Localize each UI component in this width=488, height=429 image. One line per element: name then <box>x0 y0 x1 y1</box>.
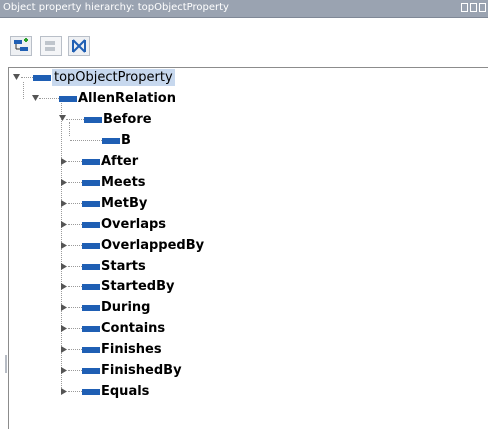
property-icon <box>82 200 100 207</box>
property-icon <box>82 242 100 249</box>
add-subproperty-icon <box>14 38 28 51</box>
collapse-toggle-icon[interactable] <box>61 304 68 311</box>
tree-node-Overlaps[interactable]: Overlaps <box>82 216 166 233</box>
collapse-toggle-icon[interactable] <box>61 367 68 374</box>
tree-node-Before[interactable]: Before <box>84 111 152 128</box>
tree-connector <box>68 266 82 268</box>
node-label: Finishes <box>101 342 162 357</box>
expand-toggle-icon[interactable] <box>59 115 66 122</box>
tree-node-FinishedBy[interactable]: FinishedBy <box>82 362 182 379</box>
tree-connector <box>39 98 59 100</box>
tree-connector <box>68 307 82 309</box>
maximize-icon[interactable] <box>479 3 486 12</box>
tree-connector <box>68 182 82 184</box>
window-controls <box>461 3 488 13</box>
node-label: Before <box>103 112 152 127</box>
node-label: Starts <box>101 259 146 274</box>
delete-property-icon <box>72 39 86 53</box>
collapse-toggle-icon[interactable] <box>61 263 68 270</box>
property-icon <box>82 283 100 290</box>
tree-connector <box>68 286 82 288</box>
tree-connector <box>68 161 82 163</box>
collapse-toggle-icon[interactable] <box>61 283 68 290</box>
object-property-hierarchy-panel: Object property hierarchy: topObjectProp… <box>0 0 488 429</box>
property-icon <box>33 74 51 81</box>
tree-node-topObjectProperty[interactable]: topObjectProperty <box>33 69 175 86</box>
panel-title-bar: Object property hierarchy: topObjectProp… <box>0 0 488 18</box>
property-icon <box>82 388 100 395</box>
node-label: FinishedBy <box>101 363 182 378</box>
tree-guide-line <box>23 82 25 99</box>
tree-connector <box>70 140 102 142</box>
tree-node-Equals[interactable]: Equals <box>82 383 149 400</box>
node-label: Equals <box>101 384 150 399</box>
tree-connector <box>68 245 82 247</box>
tree-node-Starts[interactable]: Starts <box>82 258 146 275</box>
expand-toggle-icon[interactable] <box>13 74 20 81</box>
tree-connector <box>68 224 82 226</box>
tree-guide-line <box>69 122 71 136</box>
tree-node-StartedBy[interactable]: StartedBy <box>82 278 174 295</box>
tree-node-MetBy[interactable]: MetBy <box>82 195 147 212</box>
tree-connector <box>68 370 82 372</box>
expand-toggle-icon[interactable] <box>32 95 39 102</box>
left-gutter <box>0 67 8 429</box>
delete-property-button[interactable] <box>68 36 90 56</box>
tree-connector <box>68 203 82 205</box>
add-subproperty-button[interactable] <box>10 36 32 56</box>
node-label: topObjectProperty <box>52 69 175 86</box>
tree-connector <box>68 391 82 393</box>
property-icon <box>102 137 120 144</box>
property-icon <box>82 367 100 374</box>
add-sibling-property-icon <box>45 41 55 51</box>
collapse-toggle-icon[interactable] <box>61 346 68 353</box>
minimize-icon[interactable] <box>470 3 477 12</box>
property-icon <box>82 158 100 165</box>
node-label: After <box>101 154 139 169</box>
property-icon <box>59 95 77 102</box>
tree-node-During[interactable]: During <box>82 299 150 316</box>
tree-node-Finishes[interactable]: Finishes <box>82 341 162 358</box>
collapse-toggle-icon[interactable] <box>61 221 68 228</box>
collapse-toggle-icon[interactable] <box>61 179 68 186</box>
tree-node-Meets[interactable]: Meets <box>82 174 146 191</box>
tree-node-Contains[interactable]: Contains <box>82 320 165 337</box>
node-label: B <box>121 133 131 148</box>
node-label: AllenRelation <box>78 91 176 106</box>
tree-connector <box>68 328 82 330</box>
node-label: Contains <box>101 321 166 336</box>
tree-connector <box>68 349 82 351</box>
node-label: Meets <box>101 175 146 190</box>
collapse-toggle-icon[interactable] <box>61 388 68 395</box>
tree-node-After[interactable]: After <box>82 153 138 170</box>
node-label: StartedBy <box>101 279 175 294</box>
property-icon <box>82 346 100 353</box>
property-icon <box>82 179 100 186</box>
restore-icon[interactable] <box>461 3 468 12</box>
node-label: OverlappedBy <box>101 238 205 253</box>
add-sibling-property-button[interactable] <box>40 36 62 56</box>
tree-node-AllenRelation[interactable]: AllenRelation <box>59 90 176 107</box>
collapse-toggle-icon[interactable] <box>61 200 68 207</box>
panel-title: Object property hierarchy: topObjectProp… <box>3 2 229 13</box>
splitter-handle[interactable] <box>5 355 7 373</box>
property-icon <box>82 263 100 270</box>
property-icon <box>82 304 100 311</box>
tree-connector <box>66 119 84 121</box>
property-icon <box>82 325 100 332</box>
tree-node-OverlappedBy[interactable]: OverlappedBy <box>82 237 204 254</box>
collapse-toggle-icon[interactable] <box>61 158 68 165</box>
collapse-toggle-icon[interactable] <box>61 242 68 249</box>
node-label: Overlaps <box>101 217 167 232</box>
property-icon <box>82 221 100 228</box>
node-label: During <box>101 300 151 315</box>
toolbar <box>0 18 488 68</box>
tree-node-B[interactable]: B <box>102 132 131 149</box>
node-label: MetBy <box>101 196 148 211</box>
collapse-toggle-icon[interactable] <box>61 325 68 332</box>
property-tree: topObjectProperty AllenRelation Before B… <box>8 67 488 429</box>
property-icon <box>84 116 102 123</box>
tree-connector <box>21 77 33 79</box>
